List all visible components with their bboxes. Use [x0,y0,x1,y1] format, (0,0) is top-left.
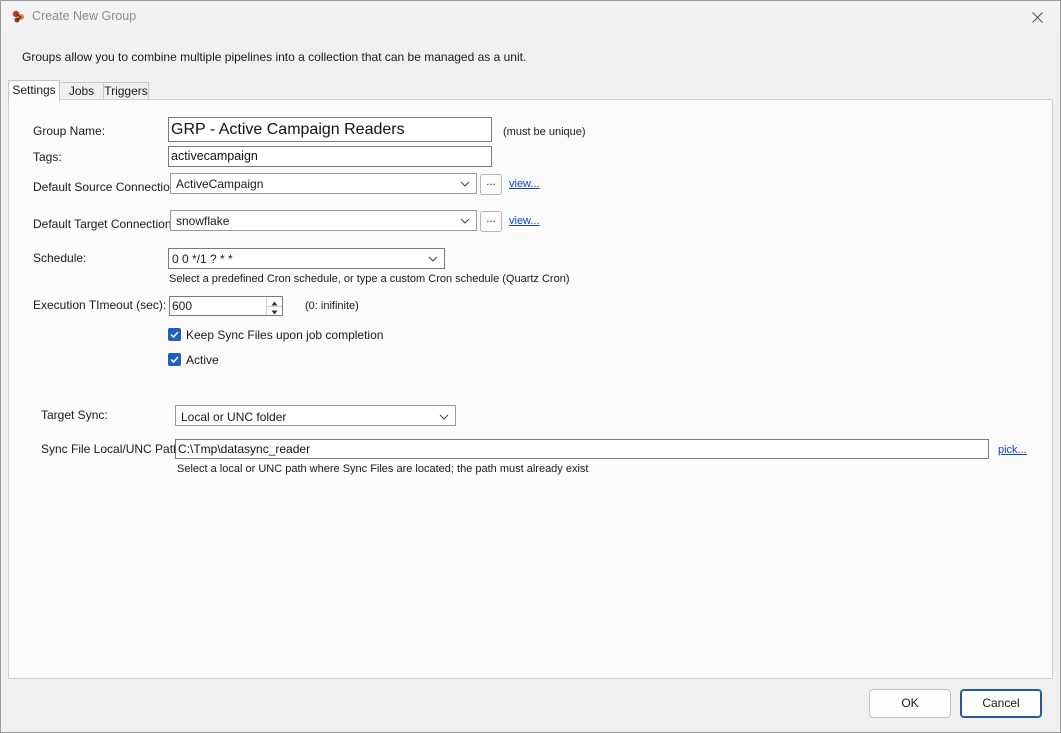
target-connection-browse-button[interactable]: ... [480,211,502,232]
timeout-value: 600 [172,299,193,313]
active-checkbox[interactable] [168,353,181,366]
chevron-down-icon [460,218,470,224]
source-connection-label: Default Source Connection: [33,180,180,194]
sync-path-hint: Select a local or UNC path where Sync Fi… [177,463,589,475]
tags-input[interactable]: activecampaign [168,146,492,167]
cancel-button[interactable]: Cancel [960,689,1042,718]
source-connection-value: ActiveCampaign [176,177,264,191]
schedule-hint: Select a predefined Cron schedule, or ty… [169,273,570,285]
checkmark-icon [170,331,179,339]
tab-settings[interactable]: Settings [8,80,60,101]
target-connection-value: snowflake [176,214,230,228]
stepper-down-button[interactable] [267,306,282,315]
group-name-hint: (must be unique) [503,126,586,138]
target-sync-label: Target Sync: [41,408,108,422]
schedule-combobox[interactable]: 0 0 */1 ? * * [168,248,445,269]
keep-sync-files-checkbox[interactable] [168,328,181,341]
chevron-down-icon [428,256,438,262]
timeout-hint: (0: inifinite) [305,300,359,312]
sync-path-label: Sync File Local/UNC Path: [41,442,184,456]
source-connection-browse-button[interactable]: ... [480,174,502,195]
sync-path-input[interactable]: C:\Tmp\datasync_reader [175,439,989,459]
timeout-stepper[interactable]: 600 [169,296,283,316]
target-sync-value: Local or UNC folder [181,410,287,424]
timeout-label: Execution TImeout (sec): [33,298,167,312]
source-connection-view-link[interactable]: view... [509,178,540,190]
caret-down-icon [271,310,278,315]
schedule-label: Schedule: [33,251,87,265]
target-connection-select[interactable]: snowflake [170,210,477,231]
keep-sync-files-label[interactable]: Keep Sync Files upon job completion [186,328,383,342]
close-button[interactable] [1014,1,1060,33]
chevron-down-icon [460,181,470,187]
create-group-dialog: Create New Group Groups allow you to com… [0,0,1061,733]
active-label[interactable]: Active [186,353,219,367]
target-connection-view-link[interactable]: view... [509,215,540,227]
tags-label: Tags: [33,150,62,164]
dialog-description: Groups allow you to combine multiple pip… [22,50,527,64]
stepper-arrows [266,297,282,315]
chevron-down-icon [439,414,449,420]
ok-button[interactable]: OK [869,689,951,718]
app-logo-icon [11,9,27,25]
window-title: Create New Group [32,9,137,23]
target-sync-select[interactable]: Local or UNC folder [175,405,456,426]
group-name-label: Group Name: [33,124,106,138]
target-connection-label: Default Target Connection: [33,217,175,231]
tab-triggers[interactable]: Triggers [103,82,149,100]
close-icon [1031,11,1043,23]
tab-jobs[interactable]: Jobs [59,82,104,100]
group-name-input[interactable]: GRP - Active Campaign Readers [168,117,492,142]
title-bar: Create New Group [1,1,1060,33]
checkmark-icon [170,356,179,364]
source-connection-select[interactable]: ActiveCampaign [170,173,477,194]
sync-path-pick-link[interactable]: pick... [998,444,1027,456]
schedule-value: 0 0 */1 ? * * [172,252,233,266]
